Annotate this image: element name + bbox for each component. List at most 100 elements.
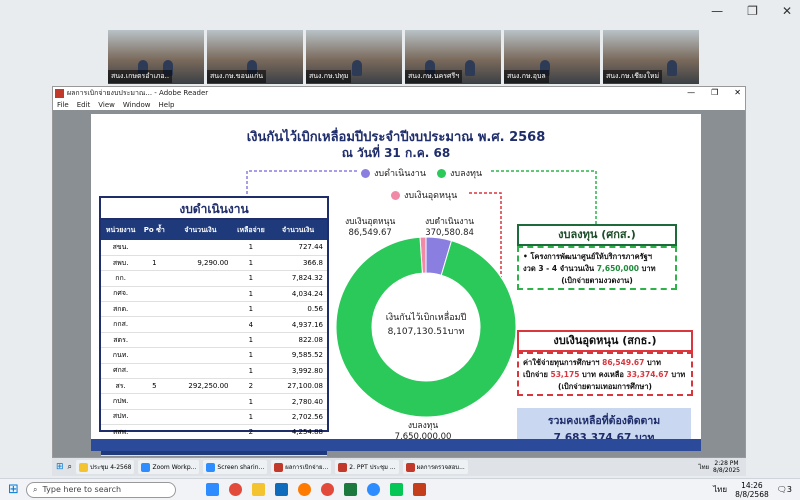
- table-cell: 1: [232, 270, 270, 287]
- edge-icon[interactable]: [206, 483, 219, 496]
- subsidy-text: เบิกจ่าย: [523, 370, 551, 379]
- participant-name: สนง.กษ.นครศรีฯ: [405, 70, 463, 83]
- reader-window: ผลการเบิกจ่ายงบประมาณ... - Adobe Reader …: [52, 86, 746, 458]
- invest-bullet: • โครงการพัฒนาศูนย์ให้บริการภาครัฐฯ: [523, 252, 652, 261]
- table-cell: 1: [232, 286, 270, 303]
- zoom-icon: [141, 462, 151, 472]
- oper-label: งบดำเนินงาน 370,580.84: [425, 214, 474, 238]
- taskbar-item[interactable]: Screen sharin...: [203, 460, 268, 474]
- menu-help[interactable]: Help: [159, 100, 175, 110]
- table-cell: [168, 393, 233, 410]
- search-placeholder: Type here to search: [42, 485, 122, 494]
- minimize-icon[interactable]: —: [687, 88, 695, 97]
- close-icon[interactable]: ✕: [782, 4, 792, 18]
- table-header: จำนวนเงิน: [168, 220, 233, 240]
- taskbar-item-label: Zoom Workp...: [152, 463, 197, 471]
- table-cell: [168, 409, 233, 426]
- table-cell: 4: [232, 316, 270, 333]
- participant-tile[interactable]: สนง.เกษตรอำเภอ..: [108, 30, 204, 84]
- taskbar-item-label: Screen sharin...: [217, 463, 265, 471]
- search-box[interactable]: ⌕ Type here to search: [26, 481, 176, 498]
- table-cell: [140, 270, 169, 287]
- zoom-icon[interactable]: [367, 483, 380, 496]
- clock-date: 8/8/2568: [735, 489, 769, 499]
- menu-edit[interactable]: Edit: [77, 100, 91, 110]
- participant-name: สนง.กษ.อุบล: [504, 70, 549, 83]
- menu-window[interactable]: Window: [123, 100, 151, 110]
- participant-tile[interactable]: สนง.กษ.เชียงใหม่: [603, 30, 699, 84]
- reader-menubar: File Edit View Window Help: [53, 100, 745, 110]
- table-cell: 1: [232, 409, 270, 426]
- windows-icon[interactable]: ⊞: [8, 482, 19, 497]
- participant-tile[interactable]: สนง.กษ.ขอนแก่น: [207, 30, 303, 84]
- table-cell: [140, 424, 169, 441]
- table-cell: สสพ.: [101, 424, 141, 441]
- table-cell: [140, 240, 169, 256]
- search-icon[interactable]: ⌕: [68, 462, 72, 472]
- document-area[interactable]: เงินกันไว้เบิกเหลื่อมปีประจำปีงบประมาณ พ…: [53, 110, 745, 457]
- taskbar-item[interactable]: ผลการเบิกจ่าย...: [271, 460, 332, 474]
- restore-icon[interactable]: ❐: [747, 4, 758, 18]
- table-row: สตร. 1 822.08: [101, 332, 327, 349]
- chrome-icon[interactable]: [321, 483, 334, 496]
- subsidy-amount: 53,175: [550, 370, 580, 379]
- taskbar-item[interactable]: ประชุม 4-2568: [76, 460, 135, 474]
- folder-icon[interactable]: [252, 483, 265, 496]
- table-cell: [140, 347, 169, 364]
- participant-tile[interactable]: สนง.กษ.อุบล: [504, 30, 600, 84]
- table-cell: 27,100.08: [269, 378, 327, 395]
- subsidy-text: บาท: [668, 370, 686, 379]
- chrome-icon[interactable]: [229, 483, 242, 496]
- zoom-icon: [206, 462, 216, 472]
- menu-file[interactable]: File: [57, 100, 69, 110]
- invest-note: (เบิกจ่ายตามงวดงาน): [561, 276, 633, 285]
- lang-indicator[interactable]: ไทย: [699, 462, 710, 472]
- notification-icon[interactable]: 🗨3: [777, 485, 792, 494]
- oper-budget-card: งบดำเนินงาน หน่วยงาน Po ซ้ำ จำนวนเงิน เหลือ…: [99, 196, 329, 456]
- table-cell: 727.44: [269, 240, 327, 256]
- powerpoint-icon[interactable]: [413, 483, 426, 496]
- windows-icon[interactable]: ⊞: [56, 462, 64, 472]
- subsidy-amount: 86,549.67: [602, 358, 645, 367]
- pdf-icon: [405, 462, 415, 472]
- taskbar-item[interactable]: ผลการตรวจสอบ...: [402, 460, 468, 474]
- table-cell: 1: [232, 363, 270, 380]
- table-cell: [168, 270, 233, 287]
- taskbar-item[interactable]: 2. PPT ประชุม ...: [335, 460, 399, 474]
- close-icon[interactable]: ✕: [734, 88, 741, 97]
- menu-view[interactable]: View: [98, 100, 115, 110]
- subsidy-label: งบเงินอุดหนุน 86,549.67: [345, 214, 395, 238]
- table-cell: [168, 332, 233, 349]
- table-header: หน่วยงาน: [101, 220, 141, 240]
- slide-page: เงินกันไว้เบิกเหลื่อมปีประจำปีงบประมาณ พ…: [91, 114, 701, 456]
- table-cell: สร.: [101, 378, 141, 395]
- excel-icon[interactable]: [344, 483, 357, 496]
- lang-indicator[interactable]: ไทย: [713, 483, 727, 496]
- label-name: งบลงทุน: [407, 421, 439, 431]
- system-clock[interactable]: 14:26 8/8/2568: [735, 481, 769, 499]
- table-cell: [140, 409, 169, 426]
- participant-tile[interactable]: สนง.กษ.นครศรีฯ: [405, 30, 501, 84]
- table-cell: 1: [232, 347, 270, 364]
- table-row: ศกส. 1 3,992.80: [101, 363, 327, 380]
- table-row: กนท. 1 9,585.52: [101, 347, 327, 364]
- table-row: กศจ. 1 4,034.24: [101, 286, 327, 303]
- restore-icon[interactable]: ❐: [711, 88, 718, 97]
- remaining-label: รวมคงเหลือที่ต้องติดตาม: [547, 415, 661, 427]
- table-cell: 4,034.24: [269, 286, 327, 303]
- table-cell: กก.: [101, 270, 141, 287]
- inner-clock[interactable]: 2:28 PM 8/8/2025: [713, 460, 746, 474]
- subsidy-card-title: งบเงินอุดหนุน (สกธ.): [517, 330, 693, 352]
- center-value: 8,107,130.51บาท: [387, 327, 465, 337]
- participant-tile[interactable]: สนง.กษ.ปทุม: [306, 30, 402, 84]
- table-row: สสพ. 2 4,254.88: [101, 424, 327, 441]
- line-icon[interactable]: [390, 483, 403, 496]
- firefox-icon[interactable]: [298, 483, 311, 496]
- participant-name: สนง.กษ.ปทุม: [306, 70, 352, 83]
- minimize-icon[interactable]: —: [711, 4, 723, 18]
- outlook-icon[interactable]: [275, 483, 288, 496]
- taskbar-item[interactable]: Zoom Workp...: [138, 460, 200, 474]
- table-cell: [140, 316, 169, 333]
- table-cell: 9,585.52: [269, 347, 327, 364]
- table-cell: 5: [140, 378, 169, 395]
